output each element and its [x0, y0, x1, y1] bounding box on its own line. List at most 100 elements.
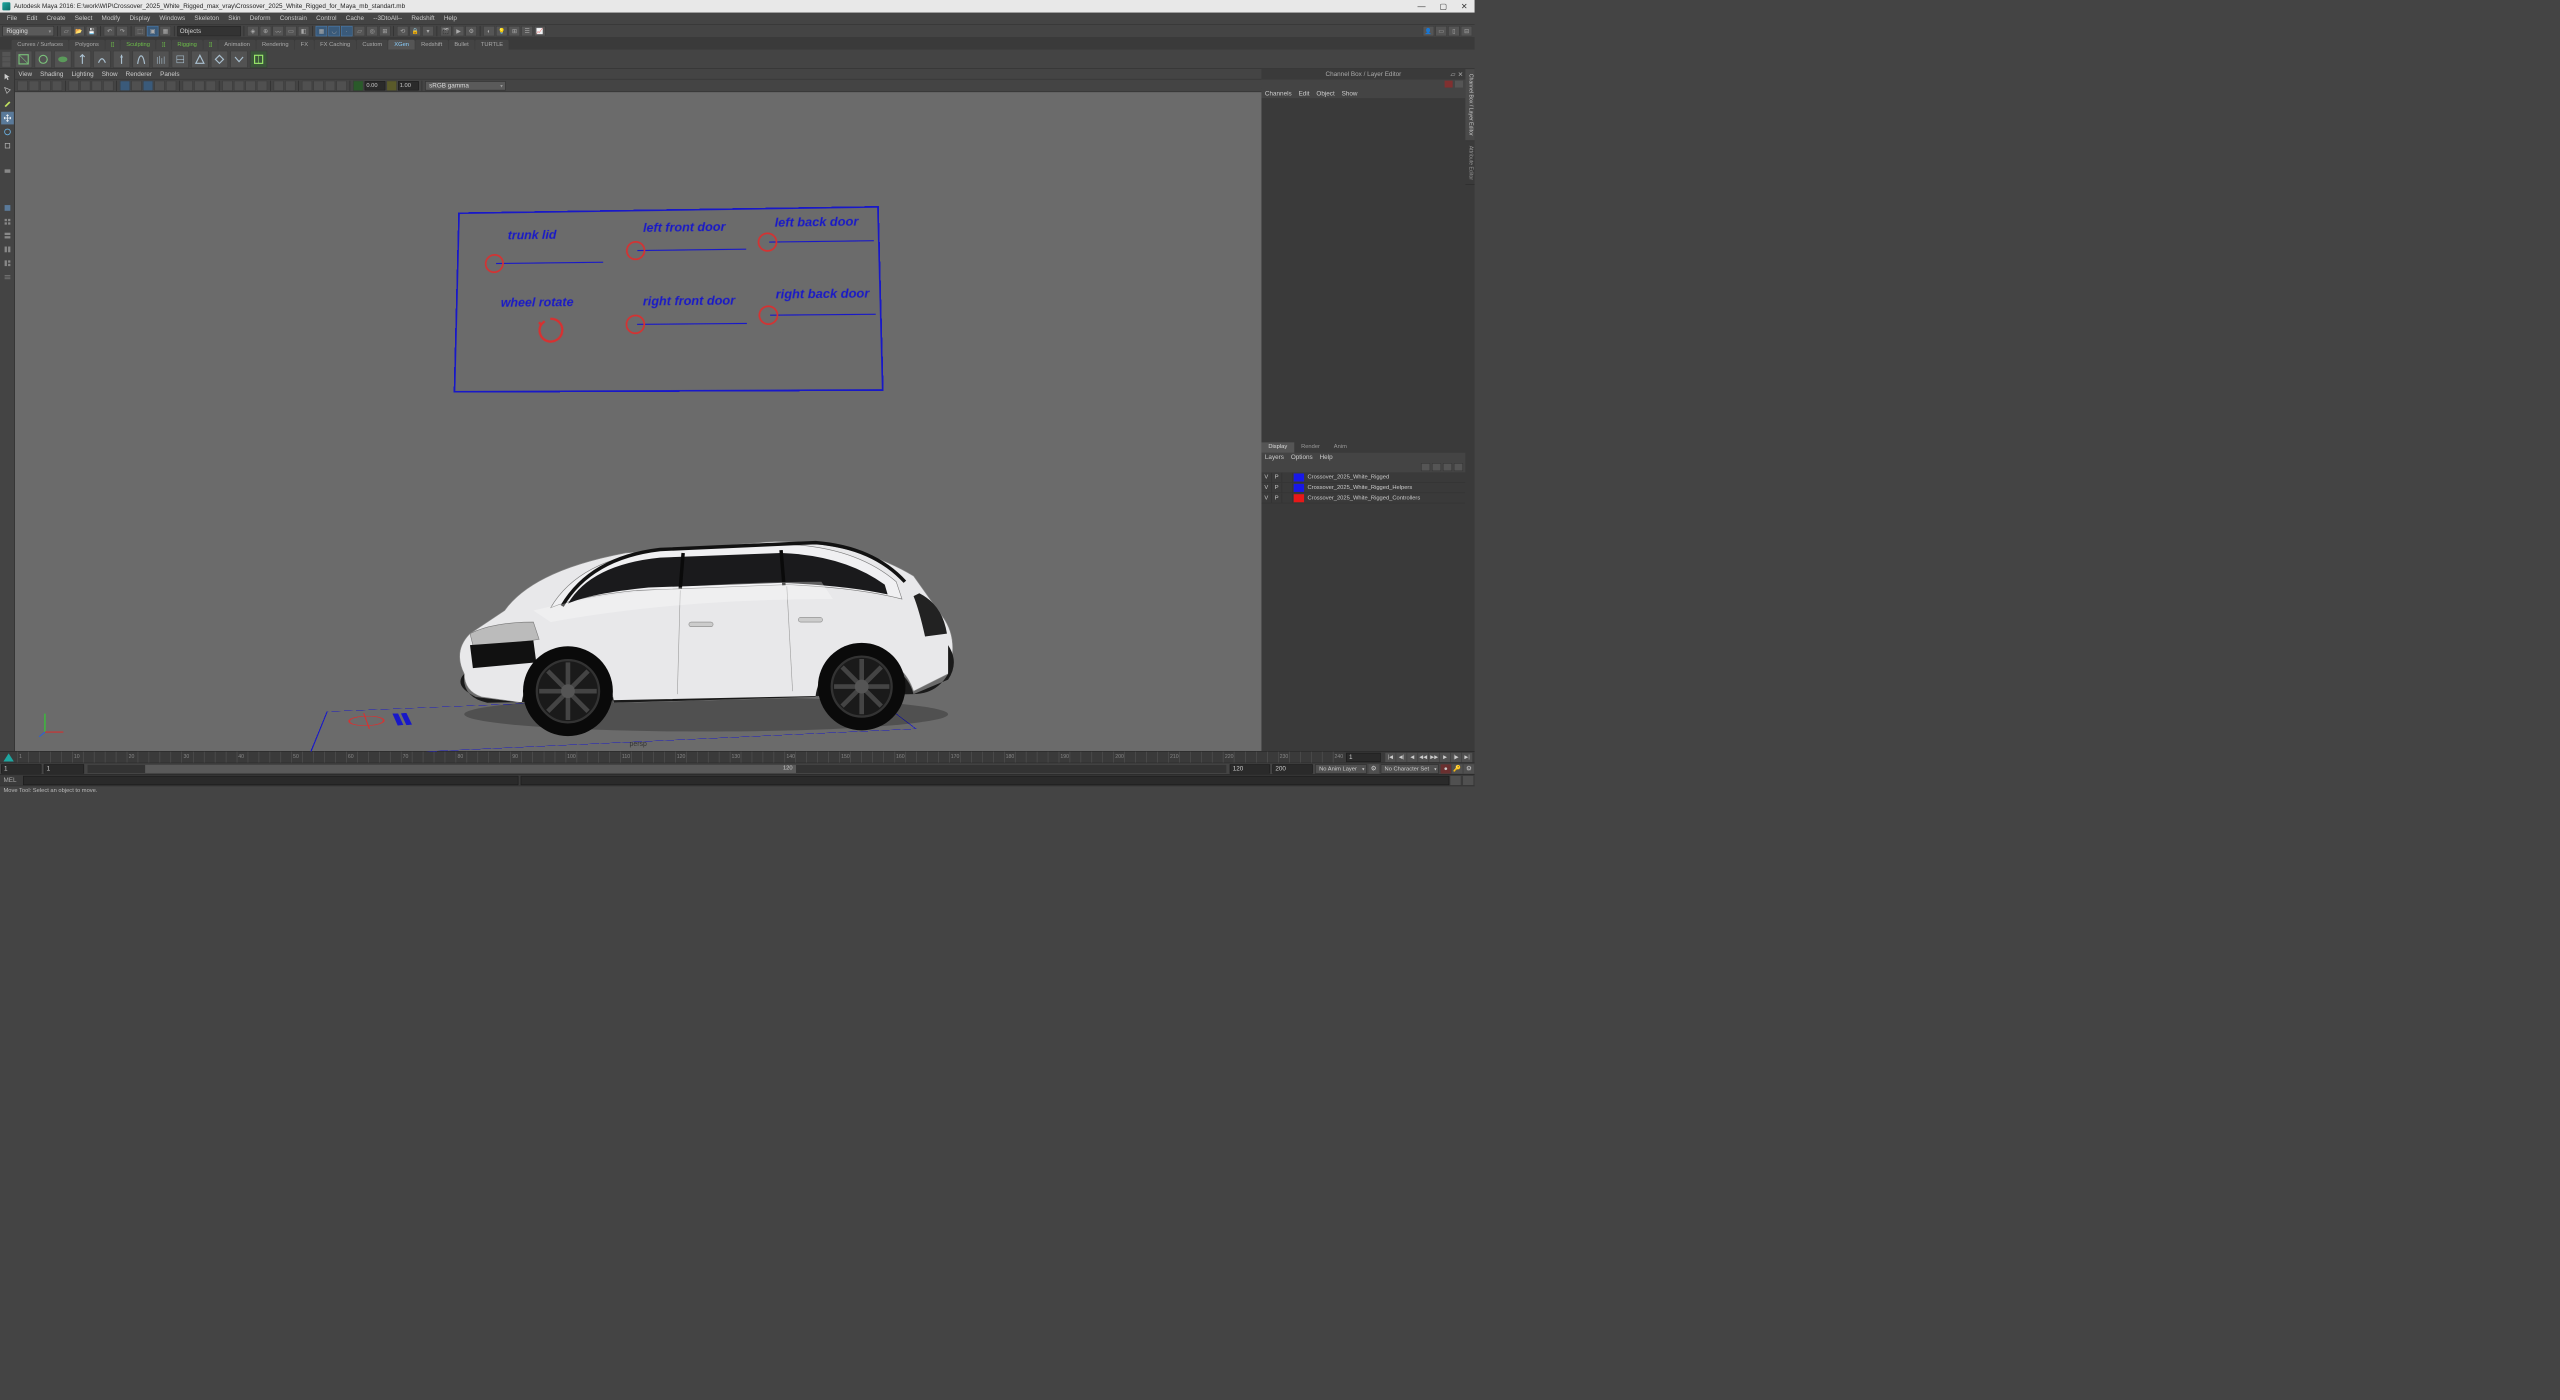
shelf-tab-rigging[interactable]: Rigging — [172, 40, 203, 50]
lasso-tool[interactable] — [1, 84, 14, 97]
snap-curve-icon[interactable]: ◡ — [328, 26, 340, 36]
scale-tool[interactable] — [1, 139, 14, 152]
vp-exposure-toggle-icon[interactable] — [353, 80, 363, 90]
new-scene-icon[interactable]: ▱ — [60, 26, 72, 36]
layer-row[interactable]: V P Crossover_2025_White_Rigged_Helpers — [1261, 483, 1465, 493]
layer-type-toggle[interactable] — [1282, 493, 1292, 502]
panel-menu-panels[interactable]: Panels — [160, 71, 179, 78]
vp-uv-icon[interactable] — [336, 80, 346, 90]
car-model[interactable] — [418, 467, 994, 743]
shelf-tab-animation[interactable]: Animation — [219, 40, 256, 50]
panel-menu-lighting[interactable]: Lighting — [71, 71, 93, 78]
vp-vtx-icon[interactable] — [302, 80, 312, 90]
time-slider[interactable]: 1102030405060708090100110120130140150160… — [0, 751, 1475, 763]
xgen-window-icon[interactable] — [250, 50, 267, 67]
shelf-tab-polygons[interactable]: Polygons — [69, 40, 104, 50]
vp-wireframe-icon[interactable] — [120, 80, 130, 90]
menu-skin[interactable]: Skin — [224, 15, 246, 22]
vp-resolution-gate-icon[interactable] — [92, 80, 102, 90]
xgen-region-icon[interactable] — [132, 50, 149, 67]
vp-textured-icon[interactable] — [143, 80, 153, 90]
vp-shaded-icon[interactable] — [131, 80, 141, 90]
shelf-tab-turtle[interactable]: TURTLE — [475, 40, 509, 50]
layer-type-toggle[interactable] — [1282, 483, 1292, 492]
step-back-key-button[interactable]: ◀| — [1396, 753, 1406, 762]
panel-undock-icon[interactable]: ▱ — [1451, 71, 1456, 78]
panel-menu-show[interactable]: Show — [102, 71, 118, 78]
vp-gate-mask-icon[interactable] — [103, 80, 113, 90]
redo-icon[interactable]: ↷ — [116, 26, 128, 36]
layer-tab-display[interactable]: Display — [1261, 442, 1294, 452]
hypershade-icon[interactable]: ◐ — [483, 26, 495, 36]
vp-face-icon[interactable] — [325, 80, 335, 90]
layer-tab-render[interactable]: Render — [1294, 442, 1327, 452]
viewport-persp[interactable]: trunk lid wheel rotate left front door — [15, 92, 1261, 751]
shelf-tab-fxcaching[interactable]: FX Caching — [314, 40, 356, 50]
last-tool[interactable] — [1, 165, 14, 178]
go-end-button[interactable]: ▶| — [1462, 753, 1472, 762]
vp-isolate-icon[interactable] — [183, 80, 193, 90]
panel-menu-view[interactable]: View — [18, 71, 32, 78]
vp-xray-joints-icon[interactable] — [206, 80, 216, 90]
cmd-language-label[interactable]: MEL — [0, 777, 23, 784]
range-handle[interactable]: 120 — [145, 765, 796, 773]
menu-constrain[interactable]: Constrain — [275, 15, 311, 22]
ch-menu-show[interactable]: Show — [1342, 90, 1358, 97]
layout-3-icon[interactable]: ⊟ — [1461, 26, 1473, 36]
vp-exposure-field[interactable]: 0.00 — [365, 81, 386, 90]
render-frame-icon[interactable]: 🎬 — [440, 26, 452, 36]
panel-close-icon[interactable]: ✕ — [1458, 71, 1463, 78]
vp-image-plane-icon[interactable] — [52, 80, 62, 90]
layer-menu-options[interactable]: Options — [1291, 454, 1313, 461]
prefs-icon[interactable]: ⚙ — [1464, 764, 1474, 773]
range-slider[interactable]: 120 — [88, 765, 1227, 773]
layer-menu-help[interactable]: Help — [1320, 454, 1333, 461]
account-icon[interactable]: 👤 — [1423, 26, 1435, 36]
vp-gamma-field[interactable]: 1.00 — [398, 81, 419, 90]
layer-tab-anim[interactable]: Anim — [1327, 442, 1354, 452]
vp-gamma-toggle-icon[interactable] — [386, 80, 396, 90]
anim-layer-dropdown[interactable]: No Anim Layer — [1315, 764, 1367, 773]
layer-vis-toggle[interactable]: V — [1261, 473, 1271, 482]
layer-color-swatch[interactable] — [1294, 484, 1304, 492]
mask-deform-icon[interactable]: ◧ — [298, 26, 310, 36]
layer-name[interactable]: Crossover_2025_White_Rigged_Controllers — [1305, 495, 1420, 501]
set-key-icon[interactable]: 🔑 — [1452, 764, 1462, 773]
outliner-icon[interactable]: ☰ — [521, 26, 533, 36]
mask-curve-icon[interactable]: 〰 — [272, 26, 284, 36]
rig-wheel-rotate-icon[interactable] — [534, 314, 566, 348]
vtab-attribute-editor[interactable]: Attribute Editor — [1465, 141, 1474, 185]
mask-joint-icon[interactable]: ⊕ — [260, 26, 272, 36]
snap-live-icon[interactable]: ◎ — [366, 26, 378, 36]
layout-outliner-icon[interactable] — [1, 271, 14, 284]
layer-name[interactable]: Crossover_2025_White_Rigged — [1305, 474, 1389, 480]
menu-edit[interactable]: Edit — [22, 15, 42, 22]
undo-icon[interactable]: ↶ — [104, 26, 116, 36]
maximize-button[interactable]: ▢ — [1439, 1, 1447, 11]
render-settings-icon[interactable]: ⚙ — [465, 26, 477, 36]
playback-start-field[interactable]: 1 — [44, 764, 84, 773]
xgen-add-icon[interactable] — [54, 50, 71, 67]
menu-modify[interactable]: Modify — [97, 15, 125, 22]
vp-lock-camera-icon[interactable] — [29, 80, 39, 90]
chevron-down-icon[interactable]: ▾ — [422, 26, 434, 36]
shelf-tab-sculpting[interactable]: Sculpting — [120, 40, 155, 50]
menu-cache[interactable]: Cache — [341, 15, 369, 22]
vp-exposure-icon[interactable] — [274, 80, 284, 90]
lock-icon[interactable]: 🔒 — [410, 26, 422, 36]
xgen-convert-icon[interactable] — [113, 50, 130, 67]
layer-type-toggle[interactable] — [1282, 473, 1292, 482]
panel-layout-icon[interactable]: ⊞ — [509, 26, 521, 36]
minimize-button[interactable]: — — [1418, 1, 1426, 11]
vp-edge-icon[interactable] — [313, 80, 323, 90]
open-scene-icon[interactable]: 📂 — [73, 26, 85, 36]
snap-view-icon[interactable]: ⊞ — [379, 26, 391, 36]
panel-menu-renderer[interactable]: Renderer — [126, 71, 152, 78]
mask-surface-icon[interactable]: ▭ — [285, 26, 297, 36]
layout-two-h-icon[interactable] — [1, 229, 14, 242]
panel-menu-shading[interactable]: Shading — [40, 71, 63, 78]
layout-four-icon[interactable] — [1, 215, 14, 228]
layer-playback-toggle[interactable]: P — [1272, 483, 1282, 492]
select-object-icon[interactable]: ▣ — [147, 26, 159, 36]
select-hierarchy-icon[interactable]: ⬚ — [134, 26, 146, 36]
